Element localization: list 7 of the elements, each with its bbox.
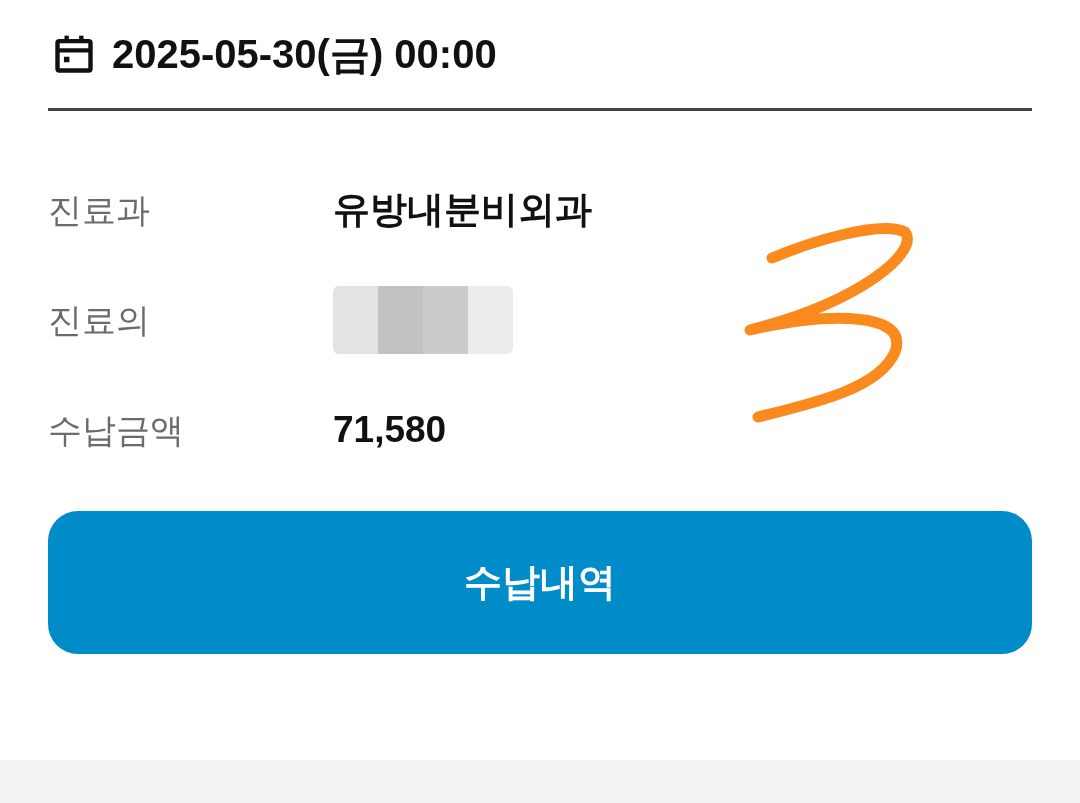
detail-label: 진료의 (48, 299, 151, 341)
payment-history-button[interactable]: 수납내역 (48, 511, 1032, 654)
appointment-datetime: 2025-05-30(금) 00:00 (112, 31, 497, 78)
detail-value: 71,580 (333, 408, 447, 453)
detail-label: 수납금액 (48, 409, 185, 451)
detail-value: 유방내분비외과 (333, 188, 592, 233)
detail-label: 진료과 (48, 189, 151, 231)
